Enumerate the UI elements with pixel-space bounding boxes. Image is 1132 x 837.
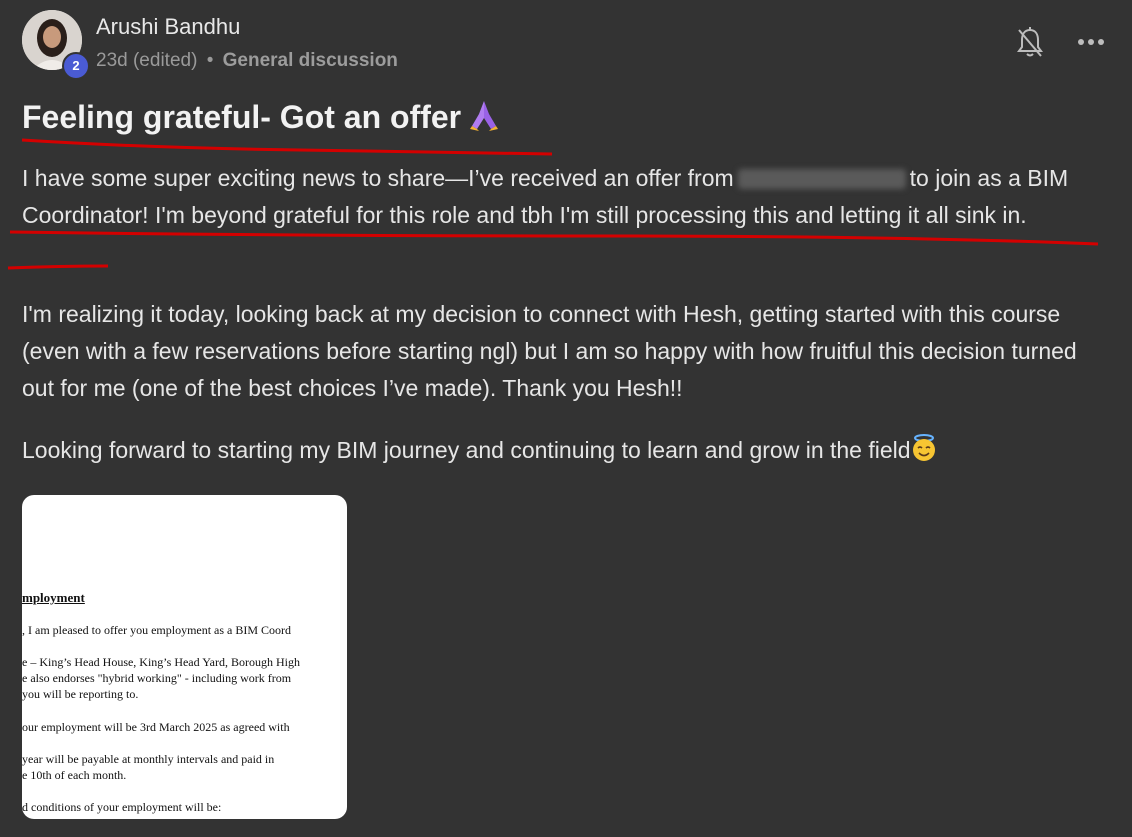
text-underline-2 [7, 264, 109, 270]
post-category[interactable]: General discussion [223, 50, 398, 71]
post-paragraph-1: I have some super exciting news to share… [22, 160, 1092, 234]
more-horizontal-icon[interactable] [1076, 30, 1106, 54]
doc-line: year will be payable at monthly interval… [22, 752, 275, 766]
bell-off-icon[interactable] [1016, 26, 1044, 60]
post-meta: 23d (edited) • General discussion [96, 50, 398, 72]
paragraph-3-text: Looking forward to starting my BIM journ… [22, 437, 911, 463]
redacted-company-name [737, 169, 906, 189]
post-paragraph-3: Looking forward to starting my BIM journ… [22, 432, 1092, 473]
paragraph-1-start: I have some super exciting news to share… [22, 165, 734, 191]
doc-line: you will be reporting to. [22, 687, 139, 701]
post-paragraph-2: I'm realizing it today, looking back at … [22, 301, 1077, 401]
meta-separator: • [206, 50, 214, 71]
post-time: 23d (edited) [96, 50, 198, 71]
author-avatar[interactable]: 2 [22, 10, 90, 80]
title-underline [21, 138, 553, 156]
doc-line: , I am pleased to offer you employment a… [22, 623, 292, 637]
offer-letter-attachment[interactable]: mployment , I am pleased to offer you em… [22, 495, 347, 819]
doc-line: e 10th of each month. [22, 768, 127, 782]
doc-line: d conditions of your employment will be: [22, 800, 222, 814]
doc-line: e – King’s Head House, King’s Head Yard,… [22, 655, 300, 669]
post-title-text: Feeling grateful- Got an offer [22, 99, 462, 135]
post-title: Feeling grateful- Got an offer [22, 98, 501, 140]
doc-heading: mployment [22, 590, 85, 605]
doc-line: e also endorses "hybrid working" - inclu… [22, 671, 292, 685]
folded-hands-emoji-icon [467, 98, 501, 140]
doc-line: our employment will be 3rd March 2025 as… [22, 720, 290, 734]
author-name[interactable]: Arushi Bandhu [96, 14, 240, 40]
level-badge: 2 [62, 52, 90, 80]
smiling-face-with-halo-emoji-icon [911, 434, 937, 473]
